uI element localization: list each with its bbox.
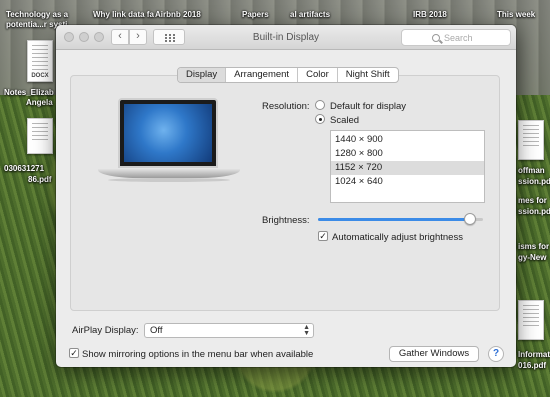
airplay-display-select[interactable]: Off ▲ ▼ xyxy=(144,323,314,338)
radio-default-label[interactable]: Default for display xyxy=(330,101,406,112)
desktop-file-label[interactable]: Airbnb 2018 xyxy=(155,10,201,19)
resolution-option[interactable]: 1280 × 800 xyxy=(331,147,484,161)
checkmark-icon: ✓ xyxy=(70,348,78,358)
desktop-file-label[interactable]: ssion.pdf xyxy=(518,207,550,216)
desktop-file-label[interactable]: gy-New xyxy=(518,253,546,262)
tab-night-shift[interactable]: Night Shift xyxy=(338,68,398,82)
brightness-slider[interactable] xyxy=(318,218,483,221)
desktop-file-label[interactable]: 016.pdf xyxy=(518,361,546,370)
brightness-label: Brightness: xyxy=(262,215,310,226)
tab-bar: Display Arrangement Color Night Shift xyxy=(177,67,399,83)
airplay-display-label: AirPlay Display: xyxy=(72,325,139,336)
resolution-option[interactable]: 1440 × 900 xyxy=(331,133,484,147)
desktop-file-label[interactable]: IRB 2018 xyxy=(413,10,447,19)
resolution-label: Resolution: xyxy=(262,101,310,112)
desktop-file-label[interactable]: isms for xyxy=(518,242,549,251)
docx-badge: DOCX xyxy=(31,73,49,79)
laptop-screen xyxy=(124,104,212,162)
checkmark-icon: ✓ xyxy=(319,231,327,241)
auto-brightness-label[interactable]: Automatically adjust brightness xyxy=(332,232,463,243)
desktop-file-label[interactable]: Informat xyxy=(518,350,550,359)
desktop-file-label[interactable]: Notes_Elizab xyxy=(4,88,54,97)
radio-scaled[interactable] xyxy=(315,114,325,124)
desktop-file-label[interactable]: Papers xyxy=(242,10,269,19)
display-preferences-window: ‹ › Built-in Display Search Display Arra… xyxy=(56,25,516,367)
desktop-pdf-icon[interactable] xyxy=(518,300,544,340)
search-icon xyxy=(432,34,440,42)
tab-arrangement[interactable]: Arrangement xyxy=(226,68,299,82)
laptop-base xyxy=(98,169,240,178)
document-lines xyxy=(523,125,539,149)
resolution-option[interactable]: 1024 × 640 xyxy=(331,175,484,189)
desktop-file-label[interactable]: ssion.pdf xyxy=(518,177,550,186)
desktop-docx-icon[interactable]: DOCX xyxy=(27,40,53,82)
brightness-slider-knob[interactable] xyxy=(463,213,476,225)
laptop-illustration xyxy=(98,98,240,183)
question-mark-icon: ? xyxy=(492,348,500,359)
help-button[interactable]: ? xyxy=(488,346,504,362)
desktop-file-label[interactable]: 030631271 xyxy=(4,164,44,173)
title-bar[interactable]: ‹ › Built-in Display Search xyxy=(56,25,516,50)
airplay-display-value: Off xyxy=(150,325,163,336)
radio-default-for-display[interactable] xyxy=(315,100,325,110)
search-field[interactable]: Search xyxy=(401,29,511,46)
desktop-file-label[interactable]: offman xyxy=(518,166,545,175)
tab-color[interactable]: Color xyxy=(298,68,338,82)
mirroring-checkbox[interactable]: ✓ xyxy=(69,348,79,358)
document-lines xyxy=(32,123,48,143)
resolution-option-selected[interactable]: 1152 × 720 xyxy=(331,161,484,175)
desktop-file-label[interactable]: mes for xyxy=(518,196,547,205)
desktop-pdf-icon[interactable] xyxy=(27,118,53,154)
desktop-file-label[interactable]: Angela xyxy=(26,98,53,107)
mirroring-label[interactable]: Show mirroring options in the menu bar w… xyxy=(82,349,313,360)
updown-chevron-icon: ▲ ▼ xyxy=(303,324,310,337)
desktop-file-label[interactable]: 86.pdf xyxy=(28,175,52,184)
desktop-file-label[interactable]: Technology as a xyxy=(6,10,68,19)
desktop-file-label[interactable]: Why link data fa xyxy=(93,10,154,19)
radio-scaled-label[interactable]: Scaled xyxy=(330,115,359,126)
tab-display[interactable]: Display xyxy=(178,68,227,82)
gather-windows-button[interactable]: Gather Windows xyxy=(389,346,479,362)
brightness-slider-fill xyxy=(318,218,470,221)
scaled-resolution-list[interactable]: 1440 × 900 1280 × 800 1152 × 720 1024 × … xyxy=(330,130,485,203)
document-lines xyxy=(523,305,539,329)
document-lines xyxy=(32,45,48,71)
auto-brightness-checkbox[interactable]: ✓ xyxy=(318,231,328,241)
desktop-file-label[interactable]: This week xyxy=(497,10,535,19)
laptop-lid xyxy=(118,98,218,168)
desktop-file-label[interactable]: al artifacts xyxy=(290,10,330,19)
laptop-shadow xyxy=(108,178,230,182)
desktop-pdf-icon[interactable] xyxy=(518,120,544,160)
search-placeholder: Search xyxy=(444,33,473,43)
